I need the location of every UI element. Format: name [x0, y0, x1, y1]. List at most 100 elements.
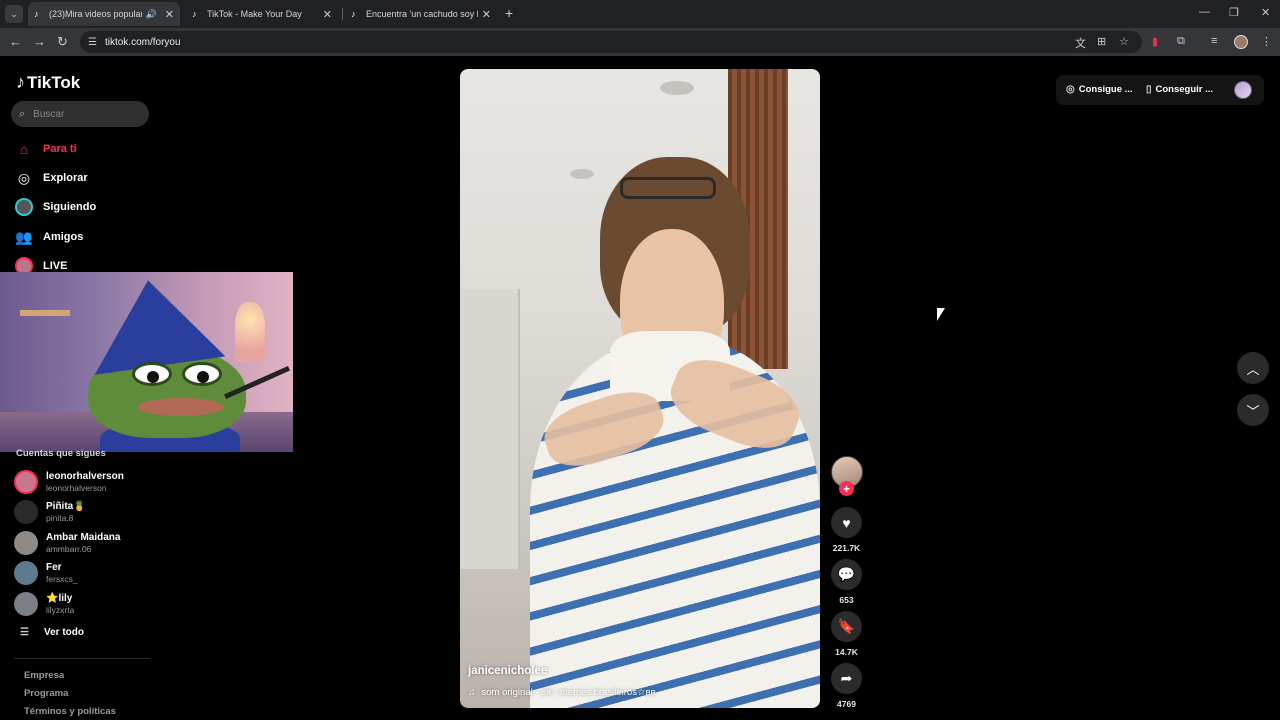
share-button[interactable]: ➦ [831, 663, 862, 694]
footer-link-business[interactable]: Empresa [24, 670, 64, 681]
nav-label: LIVE [43, 260, 68, 272]
tab-title: Encuentra 'un cachudo soy bille [366, 9, 478, 19]
video-player[interactable]: janicenicholee ♫ som original - ʙʀ☆memes… [460, 69, 820, 708]
room-lamp [235, 302, 265, 362]
browser-tab-bar: ⌄ ♪ (23)Mira videos populares a 🔊 ✕ ♪ Ti… [0, 0, 1280, 28]
close-window-icon[interactable]: ✕ [1261, 6, 1270, 19]
tiktok-logo[interactable]: ♪ TikTok [16, 72, 80, 93]
tiktok-favicon-icon: ♪ [34, 9, 39, 19]
mouse-cursor-icon [937, 308, 945, 321]
extension-red-icon[interactable]: ▮ [1152, 35, 1158, 48]
doorframe [460, 289, 520, 569]
followed-account[interactable]: leonorhalverson leonorhalverson [14, 469, 124, 495]
account-handle: ammbarr.06 [46, 544, 92, 554]
ceiling-light [570, 169, 594, 179]
tab-search-button[interactable]: ⌄ [5, 5, 23, 23]
close-tab-icon[interactable]: ✕ [165, 8, 174, 21]
reload-icon[interactable]: ↻ [57, 34, 68, 50]
avatar-eye [132, 362, 172, 386]
minimize-icon[interactable]: — [1199, 6, 1210, 18]
save-button[interactable]: 🔖 [831, 611, 862, 642]
comment-count: 653 [839, 595, 854, 605]
translate-icon[interactable]: 文 [1075, 35, 1086, 51]
back-icon[interactable]: ← [9, 34, 22, 49]
sidebar-divider [14, 658, 150, 659]
followed-account[interactable]: ⭐lily lilyzxrta [14, 591, 74, 617]
compass-icon: ◎ [17, 169, 31, 186]
video-author-username[interactable]: janicenicholee [468, 665, 547, 677]
next-video-button[interactable]: ﹀ [1237, 394, 1269, 426]
browser-toolbar: ← → ↻ ☰ tiktok.com/foryou 文 ⊞ ☆ ▮ ⧉ ≡ ⋮ [0, 28, 1280, 56]
get-coins-button[interactable]: ◎ Consigue ... [1066, 84, 1133, 95]
account-name: Piñita🍍 [46, 501, 86, 512]
media-control-icon[interactable]: ≡ [1211, 35, 1217, 47]
video-sound[interactable]: ♫ som original - ʙʀ☆memes brasileiros☆ʙʀ [468, 687, 656, 698]
following-section-title: Cuentas que sigues [16, 448, 106, 459]
tab-tiktok-foryou[interactable]: ♪ (23)Mira videos populares a 🔊 ✕ [28, 2, 180, 26]
tab-separator [342, 8, 343, 20]
followed-account[interactable]: Ambar Maidana ammbarr.06 [14, 530, 120, 556]
bookmark-star-icon[interactable]: ☆ [1119, 35, 1129, 48]
browser-profile-avatar[interactable] [1234, 35, 1248, 49]
share-arrow-icon: ➦ [840, 670, 853, 686]
like-button[interactable]: ♥ [831, 507, 862, 538]
account-name: leonorhalverson [46, 471, 124, 482]
extensions-icon[interactable]: ⧉ [1177, 35, 1185, 48]
room-shelf [20, 310, 70, 316]
follow-plus-icon[interactable]: + [839, 481, 854, 496]
footer-link-terms[interactable]: Términos y políticas [24, 706, 116, 717]
search-input[interactable] [33, 108, 134, 120]
avatar-eye [182, 362, 222, 386]
account-name: Ambar Maidana [46, 532, 121, 543]
footer-link-program[interactable]: Programa [24, 688, 68, 699]
sunglasses-on-head [620, 177, 716, 199]
tiktok-favicon-icon: ♪ [192, 9, 197, 19]
nav-following[interactable]: Siguiendo [14, 196, 96, 218]
address-bar[interactable]: ☰ tiktok.com/foryou [80, 31, 1142, 53]
list-icon: ☰ [20, 627, 29, 638]
get-app-button[interactable]: ▯ Conseguir ... [1146, 84, 1213, 95]
chevron-down-icon: ﹀ [1246, 403, 1260, 419]
get-coins-label: Consigue ... [1078, 84, 1133, 95]
avatar [14, 470, 38, 494]
search-box[interactable]: ⌕ [11, 101, 149, 127]
nav-for-you[interactable]: ⌂ Para ti [14, 138, 77, 160]
site-info-icon[interactable]: ☰ [88, 37, 97, 48]
nav-explore[interactable]: ◎ Explorar [14, 167, 88, 189]
forward-icon[interactable]: → [33, 34, 46, 49]
tab-title: (23)Mira videos populares a [49, 9, 142, 19]
comment-bubble-icon: 💬 [837, 566, 856, 582]
speaker-icon[interactable]: 🔊 [146, 9, 157, 20]
menu-kebab-icon[interactable]: ⋮ [1261, 35, 1272, 48]
nav-friends[interactable]: 👥 Amigos [14, 226, 83, 248]
ceiling-light [660, 81, 694, 95]
previous-video-button[interactable]: ︿ [1237, 352, 1269, 384]
search-icon: ⌕ [19, 107, 26, 120]
following-avatar-icon [14, 197, 34, 217]
bookmark-icon: 🔖 [837, 618, 856, 634]
restore-icon[interactable]: ❐ [1229, 6, 1239, 19]
close-tab-icon[interactable]: ✕ [482, 8, 491, 21]
nav-label: Amigos [43, 231, 84, 243]
account-handle: leonorhalverson [46, 483, 107, 493]
user-profile-avatar[interactable] [1234, 81, 1252, 99]
webcam-overlay [0, 272, 293, 452]
avatar [14, 592, 38, 616]
followed-account[interactable]: Piñita🍍 pinita.8 [14, 499, 86, 525]
share-count: 4769 [837, 699, 856, 709]
get-app-label: Conseguir ... [1155, 84, 1214, 95]
avatar [14, 531, 38, 555]
install-app-icon[interactable]: ⊞ [1097, 35, 1106, 48]
comment-button[interactable]: 💬 [831, 559, 862, 590]
close-tab-icon[interactable]: ✕ [323, 8, 332, 21]
url-text: tiktok.com/foryou [104, 36, 181, 48]
like-count: 221.7K [832, 543, 861, 553]
tab-tiktok-search[interactable]: ♪ Encuentra 'un cachudo soy bille ✕ [345, 2, 497, 26]
followed-account[interactable]: Fer fersxcs_ [14, 560, 78, 586]
new-tab-icon[interactable]: + [505, 5, 513, 21]
sound-title: som original - ʙʀ☆memes brasileiros☆ʙʀ [481, 687, 656, 698]
account-handle: pinita.8 [46, 513, 74, 523]
avatar [14, 500, 38, 524]
tab-tiktok-home[interactable]: ♪ TikTok - Make Your Day ✕ [186, 2, 338, 26]
see-all-button[interactable]: ☰ Ver todo [20, 627, 84, 638]
